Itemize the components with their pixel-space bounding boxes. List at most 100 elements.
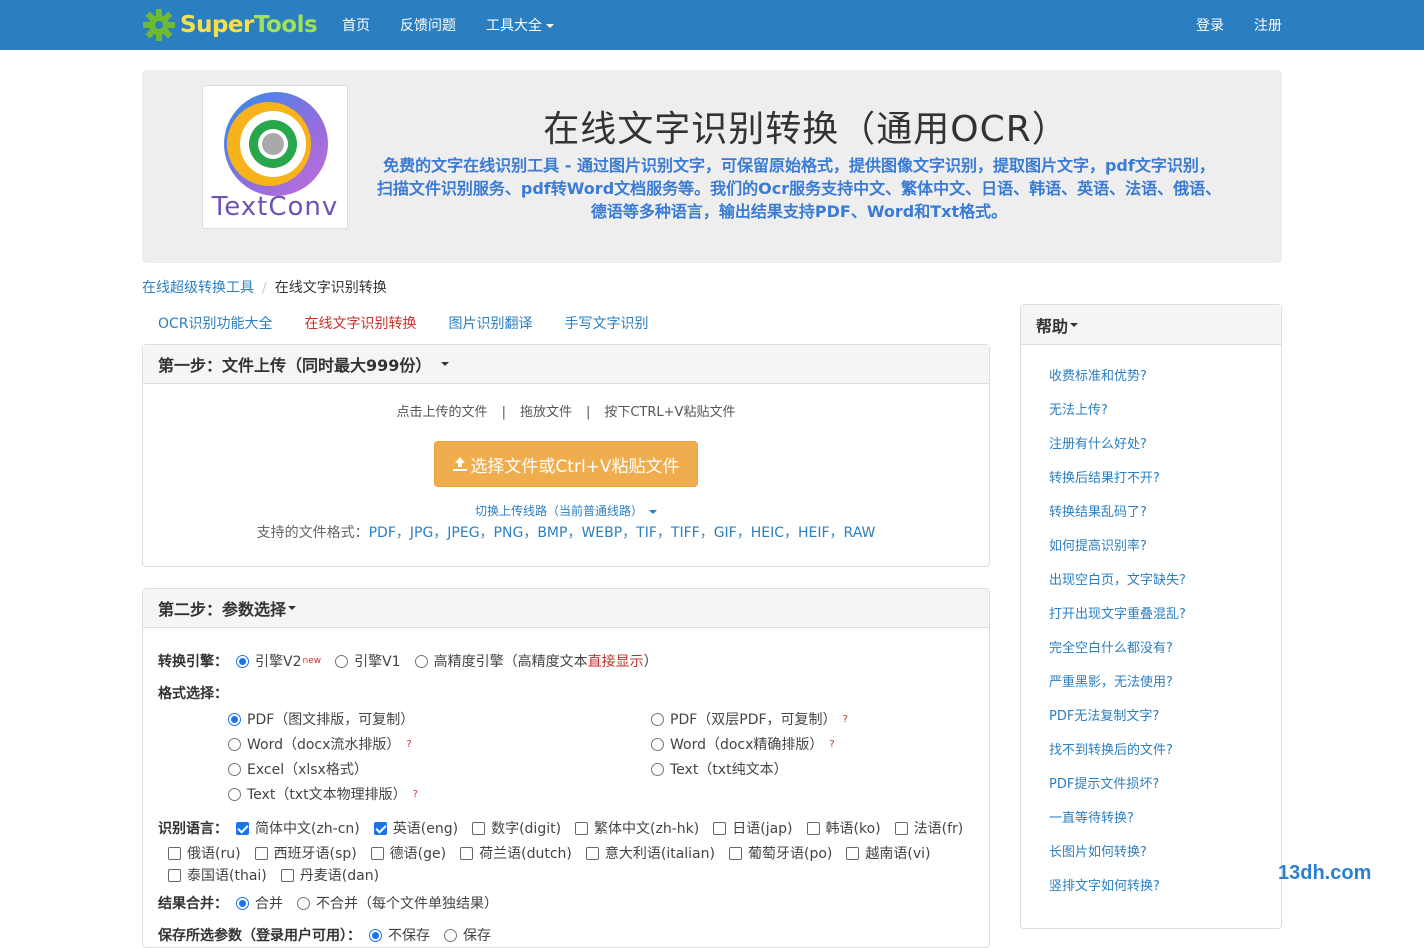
help-question-icon[interactable]: ? (413, 789, 418, 800)
lang-checkbox[interactable] (236, 821, 249, 835)
keep-no-radio[interactable] (369, 928, 382, 942)
format-radio[interactable] (228, 787, 241, 801)
options-panel-header[interactable]: 第二步：参数选择 (143, 589, 989, 628)
engine-v2-label: 引擎V2 (255, 654, 302, 670)
login-link[interactable]: 登录 (1196, 15, 1224, 35)
keep-params-row: 保存所选参数（登录用户可用）： 不保存 保存 (158, 925, 505, 945)
tab-online-ocr[interactable]: 在线文字识别转换 (289, 314, 433, 334)
lang-po[interactable]: 葡萄牙语(po) (728, 843, 832, 863)
format-option-text-layout[interactable]: Text（txt文本物理排版）? (228, 784, 418, 804)
brand-logo[interactable]: SuperTools (142, 7, 318, 43)
lang-zh-hk[interactable]: 繁体中文(zh-hk) (575, 818, 699, 838)
help-link[interactable]: 如何提高识别率? (1049, 537, 1186, 571)
lang-ru[interactable]: 俄语(ru) (168, 843, 241, 863)
help-link[interactable]: 找不到转换后的文件? (1049, 741, 1186, 775)
lang-checkbox[interactable] (575, 821, 589, 835)
help-question-icon[interactable]: ? (406, 739, 411, 750)
help-panel-header[interactable]: 帮助 (1021, 305, 1281, 345)
keep-yes-radio[interactable] (444, 928, 457, 942)
help-link[interactable]: 出现空白页，文字缺失? (1049, 571, 1186, 605)
help-link[interactable]: 注册有什么好处? (1049, 435, 1186, 469)
help-link[interactable]: 打开出现文字重叠混乱? (1049, 605, 1186, 639)
help-link[interactable]: 竖排文字如何转换? (1049, 877, 1186, 911)
format-radio[interactable] (651, 762, 664, 776)
format-option-word-exact[interactable]: Word（docx精确排版）? (651, 734, 835, 754)
lang-checkbox[interactable] (373, 821, 387, 835)
help-link[interactable]: 一直等待转换? (1049, 809, 1186, 843)
engine-v1-option[interactable]: 引擎V1 (335, 651, 401, 671)
engine-hp-radio[interactable] (414, 654, 428, 668)
help-link[interactable]: 转换后结果打不开? (1049, 469, 1186, 503)
lang-checkbox[interactable] (894, 821, 908, 835)
help-link[interactable]: PDF提示文件损坏? (1049, 775, 1186, 809)
format-option-word[interactable]: Word（docx流水排版）? (228, 734, 412, 754)
format-option-pdf[interactable]: PDF（图文排版，可复制） (228, 709, 428, 729)
keep-no-option[interactable]: 不保存 (369, 925, 430, 945)
merge-yes-option[interactable]: 合并 (236, 893, 283, 913)
engine-v2-radio[interactable] (236, 654, 249, 668)
format-radio[interactable] (651, 712, 664, 726)
format-radio[interactable] (228, 762, 241, 776)
nav-tools-dropdown[interactable]: 工具大全 (486, 15, 554, 35)
help-question-icon[interactable]: ? (843, 714, 848, 725)
keep-yes-option[interactable]: 保存 (444, 925, 491, 945)
upload-line-switch[interactable]: 切换上传线路（当前普通线路） (143, 502, 989, 519)
lang-checkbox[interactable] (713, 821, 727, 835)
help-link[interactable]: 严重黑影，无法使用? (1049, 673, 1186, 707)
tab-handwriting[interactable]: 手写文字识别 (549, 314, 665, 334)
lang-dutch[interactable]: 荷兰语(dutch) (460, 843, 572, 863)
help-link[interactable]: 长图片如何转换? (1049, 843, 1186, 877)
lang-checkbox[interactable] (472, 821, 486, 835)
lang-jap[interactable]: 日语(jap) (713, 818, 793, 838)
help-link[interactable]: 无法上传? (1049, 401, 1186, 435)
lang-vi[interactable]: 越南语(vi) (846, 843, 930, 863)
lang-ko[interactable]: 韩语(ko) (806, 818, 881, 838)
lang-checkbox[interactable] (460, 846, 474, 860)
help-link[interactable]: 转换结果乱码了? (1049, 503, 1186, 537)
lang-zh-cn[interactable]: 简体中文(zh-cn) (236, 818, 360, 838)
help-question-icon[interactable]: ? (829, 739, 834, 750)
lang-checkbox[interactable] (168, 868, 181, 882)
help-link[interactable]: PDF无法复制文字? (1049, 707, 1186, 741)
lang-italian[interactable]: 意大利语(italian) (585, 843, 715, 863)
tab-image-translate[interactable]: 图片识别翻译 (433, 314, 549, 334)
lang-checkbox[interactable] (846, 846, 860, 860)
lang-checkbox[interactable] (806, 821, 820, 835)
format-option-text-plain[interactable]: Text（txt纯文本） (651, 759, 802, 779)
lang-dan[interactable]: 丹麦语(dan) (280, 865, 379, 885)
engine-v1-radio[interactable] (335, 654, 349, 668)
lang-checkbox[interactable] (280, 868, 294, 882)
lang-eng[interactable]: 英语(eng) (373, 818, 458, 838)
format-radio[interactable] (228, 712, 241, 726)
tab-ocr-all[interactable]: OCR识别功能大全 (142, 314, 289, 334)
lang-checkbox[interactable] (168, 846, 181, 860)
language-row-3: 泰国语(thai) 丹麦语(dan) (168, 865, 393, 885)
lang-checkbox[interactable] (585, 846, 599, 860)
lang-checkbox[interactable] (254, 846, 268, 860)
format-radio[interactable] (228, 737, 241, 751)
format-radio[interactable] (651, 737, 664, 751)
lang-fr[interactable]: 法语(fr) (894, 818, 963, 838)
engine-hp-option[interactable]: 高精度引擎（高精度文本直接显示） (414, 651, 658, 671)
nav-feedback[interactable]: 反馈问题 (400, 15, 456, 35)
nav-home[interactable]: 首页 (342, 15, 370, 35)
upload-panel-header[interactable]: 第一步：文件上传（同时最大999份） (143, 345, 989, 384)
lang-ge[interactable]: 德语(ge) (370, 843, 446, 863)
format-option-pdf-double[interactable]: PDF（双层PDF，可复制）? (651, 709, 848, 729)
help-link[interactable]: 完全空白什么都没有? (1049, 639, 1186, 673)
merge-no-option[interactable]: 不合并（每个文件单独结果） (297, 893, 498, 913)
lang-thai[interactable]: 泰国语(thai) (168, 865, 267, 885)
engine-v2-option[interactable]: 引擎V2 new (236, 651, 321, 671)
lang-checkbox[interactable] (370, 846, 384, 860)
keep-yes-label: 保存 (463, 928, 491, 944)
merge-no-radio[interactable] (297, 896, 310, 910)
lang-checkbox[interactable] (728, 846, 742, 860)
breadcrumb-home[interactable]: 在线超级转换工具 (142, 280, 254, 296)
lang-sp[interactable]: 西班牙语(sp) (254, 843, 357, 863)
merge-yes-radio[interactable] (236, 896, 249, 910)
lang-digit[interactable]: 数字(digit) (472, 818, 561, 838)
format-option-excel[interactable]: Excel（xlsx格式） (228, 759, 382, 779)
choose-file-button[interactable]: 选择文件或Ctrl+V粘贴文件 (434, 441, 698, 487)
register-link[interactable]: 注册 (1254, 15, 1282, 35)
help-link[interactable]: 收费标准和优势? (1049, 367, 1186, 401)
